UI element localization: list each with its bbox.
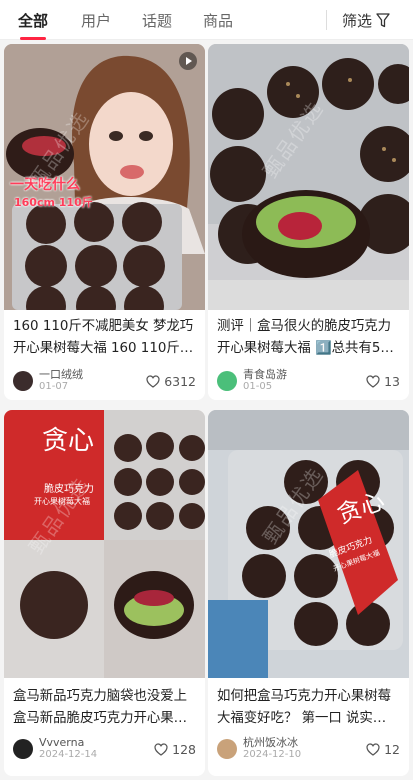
like-count: 6312	[164, 373, 196, 389]
search-result-tabs-bar: 全部 用户 话题 商品 筛选	[0, 0, 413, 40]
note-cover-image[interactable]: 贪心 脆皮巧克力 开心果树莓大福 甄品优选	[208, 410, 409, 678]
filter-icon	[376, 13, 390, 28]
package-brand: 贪心	[42, 426, 95, 456]
heart-icon	[146, 374, 160, 388]
package-subtitle-2: 开心果树莓大福	[34, 497, 90, 506]
note-cover-image[interactable]: 一天吃什么 160cm 110斤 甄品优选	[4, 44, 205, 310]
avatar[interactable]	[13, 371, 33, 391]
note-card[interactable]: 贪心 脆皮巧克力 开心果树莓大福 甄品优选 盒马新品巧克力脑袋也没爱上盒马新品脆…	[4, 410, 205, 776]
filter-label: 筛选	[342, 12, 373, 30]
heart-icon	[154, 742, 168, 756]
post-date: 01-07	[39, 381, 69, 392]
author-name[interactable]: 一口绒绒	[39, 369, 83, 381]
note-title[interactable]: 盒马新品巧克力脑袋也没爱上盒马新品脆皮巧克力开心果…	[13, 686, 196, 730]
cover-photo-chocolate-box	[208, 44, 409, 310]
like-button[interactable]: 13	[366, 374, 400, 389]
overlay-caption: 一天吃什么	[10, 177, 80, 193]
avatar[interactable]	[217, 371, 237, 391]
video-play-icon	[179, 52, 197, 70]
note-card[interactable]: 甄品优选 测评｜盒马很火的脆皮巧克力开心果树莓大福 1️⃣总共有5… 青食岛游 …	[208, 44, 409, 400]
avatar[interactable]	[13, 739, 33, 759]
note-card[interactable]: 一天吃什么 160cm 110斤 甄品优选 160 110斤不减肥美女 梦龙巧开…	[4, 44, 205, 400]
note-meta: 杭州饭冰冰 2024-12-10 12	[217, 736, 400, 762]
note-title[interactable]: 如何把盒马巧克力开心果树莓大福变好吃？ 第一口 说实…	[217, 686, 400, 730]
note-meta: 青食岛游 01-05 13	[217, 368, 400, 394]
filter-button[interactable]: 筛选	[342, 10, 390, 31]
note-meta: Vvverna 2024-12-14 128	[13, 736, 196, 762]
tab-products[interactable]: 商品	[203, 10, 233, 31]
post-date: 2024-12-14	[39, 749, 98, 760]
author-name[interactable]: Vvverna	[39, 737, 97, 749]
note-title[interactable]: 160 110斤不减肥美女 梦龙巧开心果树莓大福 160 110斤…	[13, 316, 196, 360]
tab-topics[interactable]: 话题	[142, 10, 172, 31]
tab-all[interactable]: 全部	[18, 10, 48, 40]
note-meta: 一口绒绒 01-07 6312	[13, 368, 196, 394]
heart-icon	[366, 374, 380, 388]
tab-users[interactable]: 用户	[81, 10, 111, 31]
author-name[interactable]: 杭州饭冰冰	[243, 737, 301, 749]
note-cover-image[interactable]: 贪心 脆皮巧克力 开心果树莓大福 甄品优选	[4, 410, 205, 678]
note-cover-image[interactable]: 甄品优选	[208, 44, 409, 310]
like-button[interactable]: 12	[366, 742, 400, 757]
package-subtitle: 脆皮巧克力	[44, 484, 94, 495]
like-count: 128	[172, 741, 196, 757]
avatar[interactable]	[217, 739, 237, 759]
like-count: 12	[384, 741, 400, 757]
like-count: 13	[384, 373, 400, 389]
like-button[interactable]: 6312	[146, 374, 196, 389]
overlay-caption-sub: 160cm 110斤	[14, 196, 93, 209]
cover-photo-boxed-chocolates	[208, 410, 409, 678]
cover-photo-package-collage	[4, 410, 205, 678]
author-name[interactable]: 青食岛游	[243, 369, 287, 381]
divider	[326, 10, 327, 30]
post-date: 01-05	[243, 381, 273, 392]
note-card[interactable]: 贪心 脆皮巧克力 开心果树莓大福 甄品优选 如何把盒马巧克力开心果树莓大福变好吃…	[208, 410, 409, 776]
like-button[interactable]: 128	[154, 742, 196, 757]
heart-icon	[366, 742, 380, 756]
post-date: 2024-12-10	[243, 749, 302, 760]
note-title[interactable]: 测评｜盒马很火的脆皮巧克力开心果树莓大福 1️⃣总共有5…	[217, 316, 400, 360]
